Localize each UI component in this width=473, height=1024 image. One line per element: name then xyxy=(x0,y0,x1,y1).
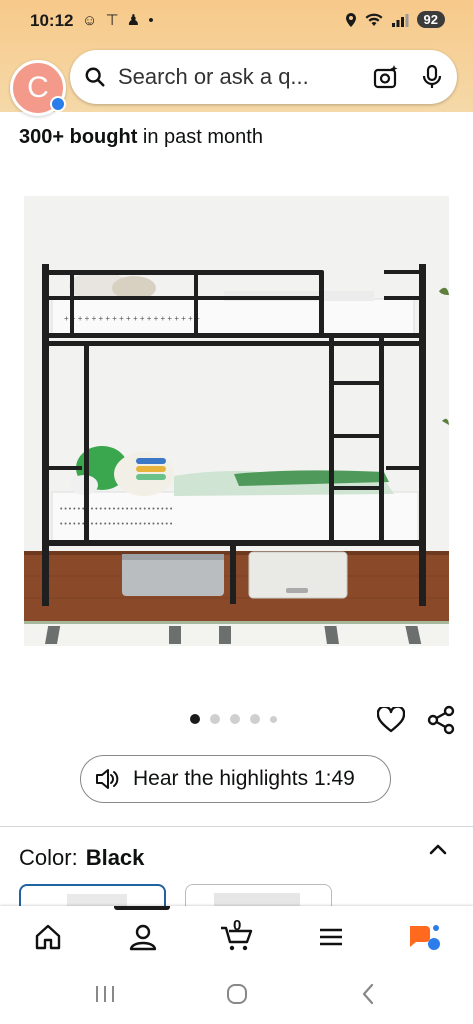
color-selector-header[interactable]: Color: Black xyxy=(19,845,144,871)
back-icon[interactable] xyxy=(360,982,376,1006)
hear-highlights-label: Hear the highlights 1:49 xyxy=(133,767,355,790)
rufus-assistant-icon[interactable] xyxy=(408,922,442,952)
microphone-icon[interactable] xyxy=(421,65,443,89)
app-header: 10:12 ☺ ⊤ ♟ • 92 C Search or ask a q... xyxy=(0,0,473,116)
recent-apps-icon[interactable] xyxy=(94,984,116,1004)
carousel-dot[interactable] xyxy=(210,714,220,724)
signal-icon xyxy=(391,13,409,27)
svg-text:• • • • • • • • • •: • • • • • • • • • • • • • • • • • • • • … xyxy=(60,506,173,513)
avatar-badge xyxy=(50,96,66,112)
product-page: 10:12 ☺ ⊤ ♟ • 92 C Search or ask a q... … xyxy=(0,0,473,1024)
nav-active-indicator xyxy=(114,906,170,910)
carousel-dot-active[interactable] xyxy=(190,714,200,724)
menu-icon[interactable] xyxy=(316,922,346,952)
status-right-icons: 92 xyxy=(345,11,445,28)
hear-highlights-button[interactable]: Hear the highlights 1:49 xyxy=(80,755,391,803)
home-icon[interactable] xyxy=(33,922,63,952)
bought-suffix: in past month xyxy=(137,126,263,148)
account-icon[interactable] xyxy=(128,922,158,952)
chevron-up-icon[interactable] xyxy=(428,842,448,856)
section-divider xyxy=(0,826,473,827)
search-input[interactable]: Search or ask a q... xyxy=(118,64,363,90)
location-icon xyxy=(345,12,356,27)
home-button-icon[interactable] xyxy=(225,982,249,1006)
svg-text:+ + + + + + + + +: + + + + + + + + + + + + + + + + + + + + xyxy=(64,314,200,323)
carousel-dot[interactable] xyxy=(270,715,277,723)
color-label: Color: xyxy=(19,845,78,870)
carousel-dot[interactable] xyxy=(230,714,240,724)
color-value: Black xyxy=(85,845,145,870)
camera-search-icon[interactable] xyxy=(373,64,399,90)
carousel-dot[interactable] xyxy=(250,714,260,724)
cart-count: 0 xyxy=(233,917,242,934)
bought-count: 300+ bought xyxy=(19,126,138,148)
bottom-nav xyxy=(0,906,473,966)
status-bar: 10:12 ☺ ⊤ ♟ • 92 xyxy=(0,0,473,44)
bunk-bed-illustration: + + + + + + + + + + + + + + + + + + + + … xyxy=(24,196,449,646)
speaker-icon xyxy=(96,769,119,789)
wifi-icon xyxy=(365,13,383,26)
notification-icons: ☺ ⊤ ♟ • xyxy=(82,12,156,29)
system-nav-bar xyxy=(0,966,473,1024)
purchase-count: 300+ bought in past month xyxy=(19,126,263,149)
svg-text:• • • • • • • • • •: • • • • • • • • • • • • • • • • • • • • … xyxy=(60,521,173,528)
search-bar[interactable]: Search or ask a q... xyxy=(70,50,457,104)
search-icon xyxy=(85,67,105,87)
share-icon[interactable] xyxy=(427,705,455,735)
carousel-dots[interactable] xyxy=(190,714,277,724)
battery-level: 92 xyxy=(416,11,445,28)
product-image[interactable]: + + + + + + + + + + + + + + + + + + + + … xyxy=(24,196,449,646)
status-time: 10:12 xyxy=(30,11,74,30)
wishlist-heart-icon[interactable] xyxy=(377,707,405,733)
